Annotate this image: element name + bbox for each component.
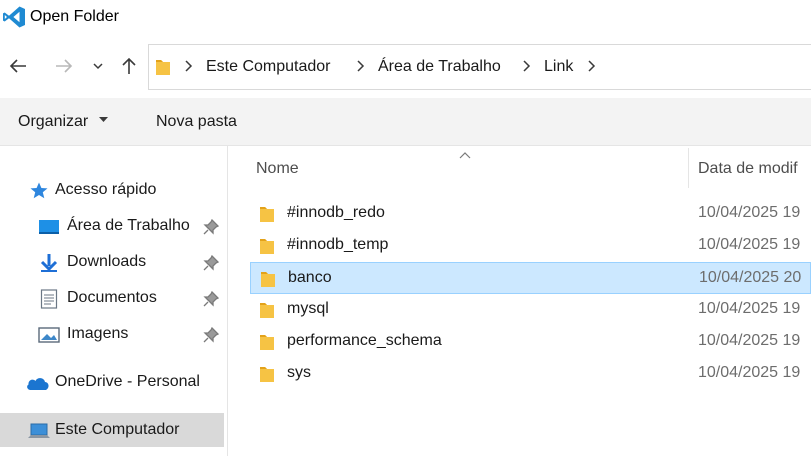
table-row[interactable]: #innodb_redo 10/04/2025 19 [250, 198, 811, 230]
chevron-down-icon[interactable] [86, 54, 110, 78]
sidebar-item-label: OneDrive - Personal [55, 373, 200, 390]
address-bar[interactable]: Este Computador Área de Trabalho Link [148, 44, 811, 90]
image-icon [38, 325, 60, 345]
forward-arrow-icon[interactable] [52, 54, 76, 78]
sidebar-item-downloads[interactable]: Downloads [0, 245, 226, 279]
table-row[interactable]: #innodb_temp 10/04/2025 19 [250, 230, 811, 262]
sidebar-item-label: Downloads [67, 253, 147, 270]
sidebar-item-label: Imagens [67, 325, 129, 342]
navigation-pane: Acesso rápido Área de Trabalho Downloads… [0, 146, 228, 456]
file-date: 10/04/2025 19 [698, 300, 801, 317]
folder-icon [259, 237, 275, 260]
chevron-right-icon[interactable] [586, 59, 596, 78]
file-date: 10/04/2025 19 [698, 236, 801, 253]
file-name: performance_schema [287, 332, 442, 349]
sidebar-item-label: Área de Trabalho [67, 217, 190, 234]
laptop-icon [27, 421, 51, 441]
organize-label: Organizar [18, 113, 89, 130]
column-divider[interactable] [688, 148, 689, 188]
table-row[interactable]: mysql 10/04/2025 19 [250, 294, 811, 326]
file-list: Nome Data de modif #innodb_redo 10/04/202… [228, 146, 811, 456]
sidebar-item-this-pc[interactable]: Este Computador [0, 413, 224, 447]
folder-icon [259, 365, 275, 388]
title-bar: Open Folder [0, 0, 811, 36]
cloud-icon [25, 373, 51, 393]
column-header-name[interactable]: Nome [256, 160, 299, 178]
sidebar-item-images[interactable]: Imagens [0, 317, 226, 351]
folder-icon [260, 270, 276, 293]
sidebar-item-label: Documentos [67, 289, 157, 306]
file-name: #innodb_redo [287, 204, 385, 221]
document-icon [40, 289, 60, 309]
folder-icon [259, 301, 275, 324]
table-row[interactable]: performance_schema 10/04/2025 19 [250, 326, 811, 358]
star-icon [29, 181, 49, 201]
sidebar-item-documents[interactable]: Documentos [0, 281, 226, 315]
file-name: banco [288, 269, 332, 286]
pin-icon [203, 218, 220, 240]
command-bar: Organizar Nova pasta [0, 98, 811, 146]
caret-down-icon [98, 117, 108, 122]
folder-icon [259, 333, 275, 356]
breadcrumb-area-de-trabalho[interactable]: Área de Trabalho [378, 58, 501, 76]
vscode-icon [2, 5, 26, 29]
pin-icon [203, 254, 220, 276]
organize-button[interactable]: Organizar [18, 113, 108, 131]
sidebar-item-onedrive[interactable]: OneDrive - Personal [0, 365, 226, 399]
pin-icon [203, 290, 220, 312]
desktop-icon [38, 217, 59, 237]
sidebar-item-quick-access[interactable]: Acesso rápido [0, 173, 226, 207]
up-arrow-icon[interactable] [117, 54, 141, 78]
window-title: Open Folder [30, 8, 119, 25]
download-arrow-icon [38, 253, 58, 273]
pin-icon [203, 326, 220, 348]
new-folder-button[interactable]: Nova pasta [156, 113, 237, 131]
file-name: sys [287, 364, 311, 381]
file-date: 10/04/2025 19 [698, 364, 801, 381]
sidebar-item-desktop[interactable]: Área de Trabalho [0, 209, 226, 243]
table-row[interactable]: banco 10/04/2025 20 [250, 262, 811, 294]
table-row[interactable]: sys 10/04/2025 19 [250, 358, 811, 390]
file-name: mysql [287, 300, 329, 317]
chevron-right-icon [521, 59, 531, 78]
file-date: 10/04/2025 19 [698, 204, 801, 221]
file-date: 10/04/2025 20 [699, 269, 802, 286]
breadcrumb-este-computador[interactable]: Este Computador [206, 58, 331, 76]
sort-ascending-icon [459, 146, 471, 164]
file-name: #innodb_temp [287, 236, 389, 253]
breadcrumb-link[interactable]: Link [544, 58, 573, 76]
file-date: 10/04/2025 19 [698, 332, 801, 349]
back-arrow-icon[interactable] [6, 54, 30, 78]
chevron-right-icon [183, 59, 193, 78]
chevron-right-icon [355, 59, 365, 78]
sidebar-item-label: Acesso rápido [55, 181, 157, 198]
folder-icon [155, 57, 171, 82]
sidebar-item-label: Este Computador [55, 421, 180, 438]
folder-icon [259, 205, 275, 228]
column-header-date[interactable]: Data de modif [698, 160, 798, 178]
